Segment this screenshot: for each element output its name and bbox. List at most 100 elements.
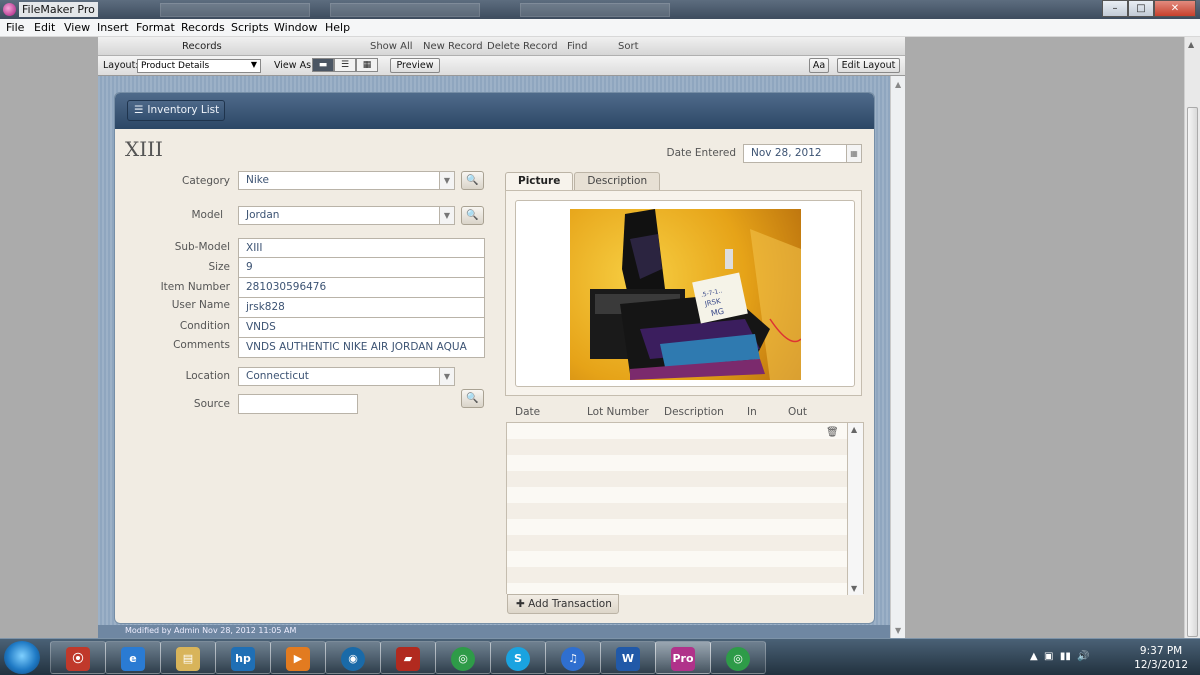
taskbar-itunes[interactable]: ♫ — [545, 641, 601, 674]
taskbar-ie[interactable]: e — [105, 641, 161, 674]
date-entered-field[interactable]: Nov 28, 2012 ▦ — [743, 144, 862, 163]
maximize-button[interactable]: □ — [1128, 0, 1154, 17]
detail-fields: XIII 9 281030596476 jrsk828 VNDS VNDS AU… — [238, 238, 485, 358]
chrome-icon: ◎ — [451, 647, 475, 671]
new-record-button[interactable]: New Record — [423, 41, 483, 52]
preview-button[interactable]: Preview — [390, 58, 440, 73]
picture-container[interactable]: .5-7-1.. JRSK MG — [515, 200, 855, 387]
clock-date: 12/3/2012 — [1134, 659, 1188, 671]
size-label: Size — [208, 261, 230, 273]
model-search-button[interactable]: 🔍 — [461, 206, 484, 225]
taskbar-word[interactable]: W — [600, 641, 656, 674]
comments-field[interactable]: VNDS AUTHENTIC NIKE AIR JORDAN AQUA — [238, 338, 485, 358]
scroll-up-icon[interactable]: ▲ — [1188, 40, 1194, 49]
chrome-icon: ◎ — [726, 647, 750, 671]
edit-layout-button[interactable]: Edit Layout — [837, 58, 900, 73]
list-icon: ☰ — [134, 104, 144, 116]
tab-description[interactable]: Description — [574, 172, 661, 191]
ie-icon: e — [121, 647, 145, 671]
inventory-list-label: Inventory List — [147, 104, 220, 116]
menu-view[interactable]: View — [64, 21, 90, 34]
menu-records[interactable]: Records — [181, 21, 225, 34]
menu-edit[interactable]: Edit — [34, 21, 55, 34]
taskbar-chrome[interactable]: ◎ — [435, 641, 491, 674]
taskbar-media[interactable]: ▶ — [270, 641, 326, 674]
list-view-button[interactable]: ☰ — [334, 58, 356, 72]
scroll-down-icon[interactable]: ▼ — [895, 626, 901, 635]
taskbar-app[interactable]: ◉ — [325, 641, 381, 674]
transactions-portal[interactable]: 🗑 ▲ ▼ — [506, 422, 864, 595]
taskbar-explorer[interactable]: ▤ — [160, 641, 216, 674]
location-dropdown[interactable]: Connecticut ▼ — [238, 367, 455, 386]
scroll-up-icon[interactable]: ▲ — [895, 80, 901, 89]
calendar-icon[interactable]: ▦ — [846, 145, 861, 162]
skype-icon: S — [506, 647, 530, 671]
source-search-button[interactable]: 🔍 — [461, 389, 484, 408]
user-name-field[interactable]: jrsk828 — [238, 298, 485, 318]
record-title: XIII — [125, 137, 163, 161]
add-transaction-button[interactable]: ✚ Add Transaction — [507, 594, 619, 614]
itunes-icon: ♫ — [561, 647, 585, 671]
minimize-button[interactable]: – — [1102, 0, 1128, 17]
scroll-up-icon[interactable]: ▲ — [851, 425, 857, 434]
model-dropdown[interactable]: Jordan ▼ — [238, 206, 455, 225]
close-button[interactable]: ✕ — [1154, 0, 1196, 17]
window-scrollbar[interactable]: ▲ — [1184, 37, 1200, 638]
tray-icons[interactable]: ▲ ▣ ▮▮ 🔊 — [1030, 651, 1090, 662]
records-label: Records — [182, 41, 222, 52]
taskbar-chrome-2[interactable]: ◎ — [710, 641, 766, 674]
start-button[interactable] — [4, 641, 40, 674]
portal-scrollbar[interactable]: ▲ ▼ — [847, 423, 863, 595]
size-field[interactable]: 9 — [238, 258, 485, 278]
sort-button[interactable]: Sort — [618, 41, 639, 52]
find-button[interactable]: Find — [567, 41, 588, 52]
background-window-tab — [160, 3, 310, 17]
trash-icon[interactable]: 🗑 — [826, 427, 839, 438]
picture-tab-panel: .5-7-1.. JRSK MG — [505, 190, 862, 396]
col-out: Out — [788, 406, 808, 418]
chevron-down-icon[interactable]: ▼ — [439, 368, 454, 385]
inventory-list-button[interactable]: ☰ Inventory List — [127, 100, 225, 121]
menu-format[interactable]: Format — [136, 21, 175, 34]
menu-file[interactable]: File — [6, 21, 24, 34]
clock-time: 9:37 PM — [1139, 645, 1183, 657]
scroll-down-icon[interactable]: ▼ — [851, 584, 857, 593]
layout-select[interactable]: Product Details ▼ — [137, 59, 261, 73]
card-header: ☰ Inventory List — [115, 93, 874, 129]
item-number-label: Item Number — [160, 281, 230, 293]
category-search-button[interactable]: 🔍 — [461, 171, 484, 190]
delete-record-button[interactable]: Delete Record — [487, 41, 558, 52]
location-label: Location — [185, 370, 230, 382]
content-scrollbar[interactable]: ▲ ▼ — [890, 76, 905, 638]
category-dropdown[interactable]: Nike ▼ — [238, 171, 455, 190]
word-icon: W — [616, 647, 640, 671]
firefox-icon: ⦿ — [66, 647, 90, 671]
menu-window[interactable]: Window — [274, 21, 317, 34]
form-view-button[interactable]: ▬ — [312, 58, 334, 72]
plus-icon: ✚ — [516, 598, 525, 610]
date-entered-label: Date Entered — [666, 147, 736, 159]
table-view-button[interactable]: ▦ — [356, 58, 378, 72]
filezilla-icon: ▰ — [396, 647, 420, 671]
menu-help[interactable]: Help — [325, 21, 350, 34]
show-all-button[interactable]: Show All — [370, 41, 413, 52]
condition-field[interactable]: VNDS — [238, 318, 485, 338]
item-number-field[interactable]: 281030596476 — [238, 278, 485, 298]
taskbar-firefox[interactable]: ⦿ — [50, 641, 106, 674]
text-formatting-button[interactable]: Aa — [809, 58, 829, 73]
sub-model-field[interactable]: XIII — [238, 238, 485, 258]
condition-label: Condition — [179, 320, 230, 332]
taskbar-skype[interactable]: S — [490, 641, 546, 674]
taskbar-hp[interactable]: hp — [215, 641, 271, 674]
menu-insert[interactable]: Insert — [97, 21, 129, 34]
taskbar-filemaker[interactable]: Pro — [655, 641, 711, 674]
chevron-down-icon[interactable]: ▼ — [439, 207, 454, 224]
clock[interactable]: 9:37 PM 12/3/2012 — [1134, 644, 1188, 672]
tab-picture[interactable]: Picture — [505, 172, 574, 191]
taskbar-filezilla[interactable]: ▰ — [380, 641, 436, 674]
menu-scripts[interactable]: Scripts — [231, 21, 269, 34]
modified-status-bar: Modified by Admin Nov 28, 2012 11:05 AM — [98, 625, 890, 638]
source-field[interactable] — [238, 394, 358, 414]
chevron-down-icon[interactable]: ▼ — [439, 172, 454, 189]
scrollbar-thumb[interactable] — [1187, 107, 1198, 637]
